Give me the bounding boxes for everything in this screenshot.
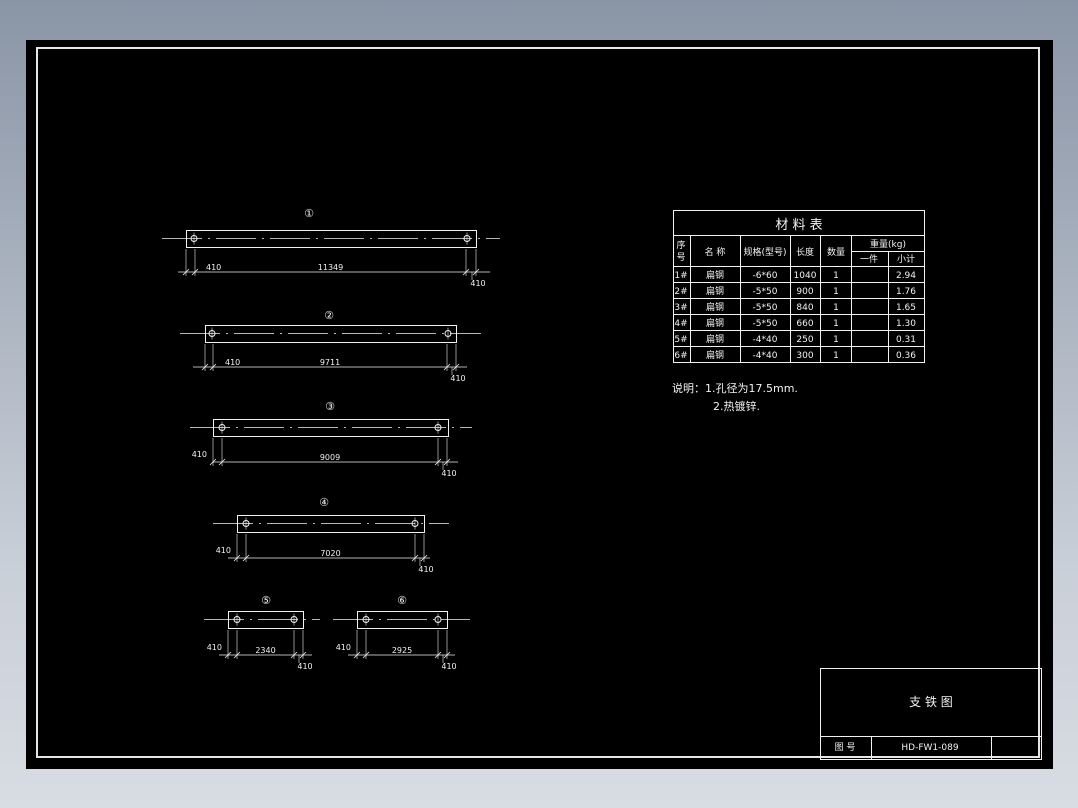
dim-right-offset: 410 — [450, 374, 465, 383]
cell-subtotal: 1.65 — [896, 303, 916, 313]
flat-bar-outline — [186, 230, 477, 248]
cad-drawing: ① 410 11349 410 ② 410 9711 410 ③ 410 9009 410 ④ 410 70… — [162, 207, 1042, 760]
note-line-2: 2.热镀锌. — [713, 399, 760, 413]
part-6: ⑥ 410 2925 410 — [333, 594, 470, 671]
cell-qty: 1 — [833, 319, 839, 329]
cell-qty: 1 — [833, 303, 839, 313]
note-line-1: 说明：1.孔径为17.5mm. — [672, 381, 798, 395]
cell-name: 扁钢 — [706, 333, 724, 345]
cell-length: 840 — [796, 303, 813, 313]
part-mark-6: ⑥ — [397, 594, 407, 607]
header-seq: 序 — [676, 239, 685, 251]
dim-right-offset: 410 — [418, 565, 433, 574]
dim-length: 9009 — [320, 453, 340, 462]
cell-qty: 1 — [833, 351, 839, 361]
flat-bar-outline — [213, 419, 449, 437]
header-spec: 规格(型号) — [743, 246, 786, 258]
header-name: 名 称 — [705, 246, 726, 258]
cell-name: 扁钢 — [706, 301, 724, 313]
part-mark-1: ① — [304, 207, 314, 220]
cell-name: 扁钢 — [706, 269, 724, 281]
cell-name: 扁钢 — [706, 285, 724, 297]
cell-qty: 1 — [833, 271, 839, 281]
drawing-no: HD-FW1-089 — [901, 743, 958, 753]
cell-seq: 1# — [674, 271, 687, 281]
cell-subtotal: 0.36 — [896, 351, 916, 361]
cell-spec: -5*50 — [753, 303, 778, 313]
cell-name: 扁钢 — [706, 349, 724, 361]
cell-seq: 6# — [674, 351, 687, 361]
dim-left-offset: 410 — [207, 643, 222, 652]
cell-length: 660 — [796, 319, 813, 329]
dim-left-offset: 410 — [336, 643, 351, 652]
dim-left-offset: 410 — [192, 450, 207, 459]
header-seq-2: 号 — [676, 252, 685, 263]
cell-spec: -5*50 — [753, 319, 778, 329]
cell-seq: 2# — [674, 287, 687, 297]
part-3: ③ 410 9009 410 — [190, 400, 472, 478]
part-mark-3: ③ — [325, 400, 335, 413]
part-1: ① 410 11349 410 — [162, 207, 500, 288]
header-qty: 数量 — [827, 246, 845, 258]
cell-name: 扁钢 — [706, 317, 724, 329]
cell-length: 250 — [796, 335, 813, 345]
cell-length: 300 — [796, 351, 813, 361]
material-table-title: 材 料 表 — [775, 218, 822, 233]
part-mark-4: ④ — [319, 496, 329, 509]
cell-qty: 1 — [833, 287, 839, 297]
cell-subtotal: 1.30 — [896, 319, 916, 329]
part-4: ④ 410 7020 410 — [213, 496, 449, 574]
cell-length: 1040 — [794, 271, 817, 281]
dim-right-offset: 410 — [441, 469, 456, 478]
cell-length: 900 — [796, 287, 813, 297]
dim-left-offset: 410 — [225, 358, 240, 367]
dim-left-offset: 410 — [206, 263, 221, 272]
flat-bar-outline — [205, 325, 457, 343]
drawing-no-label: 图 号 — [835, 742, 856, 753]
flat-bar-outline — [237, 515, 425, 533]
header-subtotal: 小计 — [897, 253, 915, 265]
cell-subtotal: 0.31 — [896, 335, 916, 345]
header-piece: 一件 — [860, 253, 878, 265]
cell-seq: 5# — [674, 335, 687, 345]
dim-length: 9711 — [320, 358, 340, 367]
part-mark-2: ② — [324, 309, 334, 322]
dim-length: 2340 — [255, 646, 275, 655]
dim-length: 2925 — [392, 646, 412, 655]
cell-subtotal: 2.94 — [896, 271, 916, 281]
dim-right-offset: 410 — [470, 279, 485, 288]
part-mark-5: ⑤ — [261, 594, 271, 607]
part-5: ⑤ 410 2340 410 — [204, 594, 320, 671]
cell-subtotal: 1.76 — [896, 287, 916, 297]
dim-right-offset: 410 — [441, 662, 456, 671]
cell-seq: 3# — [674, 303, 687, 313]
flat-bar-outline — [357, 611, 448, 629]
cell-spec: -4*40 — [753, 351, 778, 361]
cell-spec: -4*40 — [753, 335, 778, 345]
parts-layer: ① 410 11349 410 ② 410 9711 410 ③ 410 9009 410 ④ 410 70… — [162, 207, 500, 671]
cell-qty: 1 — [833, 335, 839, 345]
dim-length: 11349 — [318, 263, 343, 272]
dim-right-offset: 410 — [297, 662, 312, 671]
cell-spec: -5*50 — [753, 287, 778, 297]
title-block-title: 支 铁 图 — [909, 695, 953, 709]
header-length: 长度 — [796, 246, 814, 258]
header-weight: 重量(kg) — [870, 238, 906, 250]
part-2: ② 410 9711 410 — [180, 309, 481, 383]
dim-left-offset: 410 — [216, 546, 231, 555]
cell-seq: 4# — [674, 319, 687, 329]
dim-length: 7020 — [320, 549, 340, 558]
cell-spec: -6*60 — [753, 271, 778, 281]
